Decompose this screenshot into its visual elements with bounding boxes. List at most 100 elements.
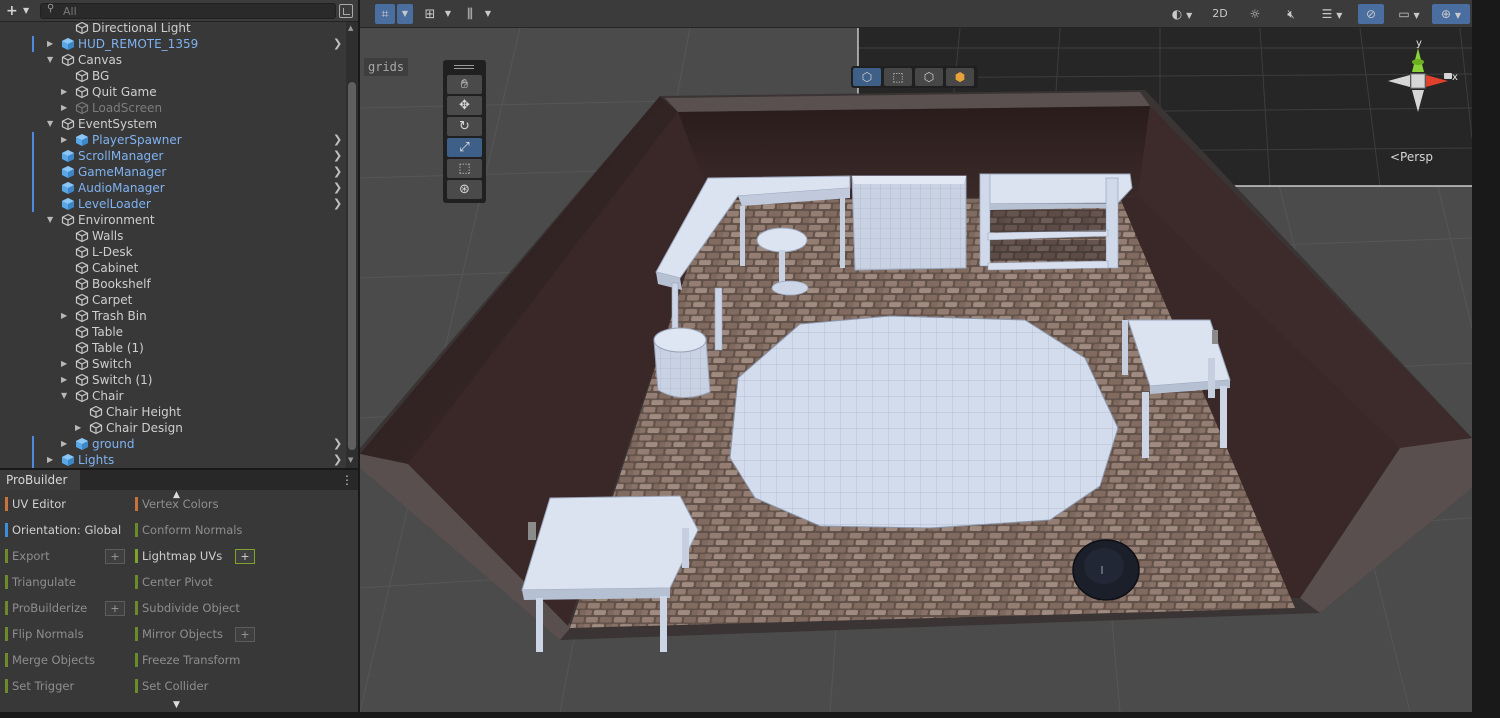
transform-tool-button[interactable]: ⊛ xyxy=(447,180,482,199)
edge-mode-button[interactable]: ⬡ xyxy=(915,68,943,86)
grid-snap-dropdown[interactable]: ▼ xyxy=(397,4,413,24)
fold-closed-arrow-icon[interactable]: ▶ xyxy=(61,438,71,450)
scale-tool-button[interactable]: ⤢ xyxy=(447,138,482,157)
ruler-dropdown[interactable]: ▼ xyxy=(481,4,495,24)
rotate-tool-button[interactable]: ↻ xyxy=(447,117,482,136)
open-prefab-arrow-icon[interactable]: ❯ xyxy=(333,198,342,210)
ruler-button[interactable]: ⫼ xyxy=(460,4,480,24)
scene-canvas[interactable]: grids ✋︎ ✥ ↻ ⤢ ⬚ ⊛ ⬡ ⬚ ⬡ ⬢ y x <Persp xyxy=(360,28,1472,712)
hierarchy-item[interactable]: ▶ Chair Design xyxy=(0,420,346,436)
fold-closed-arrow-icon[interactable]: ▶ xyxy=(61,86,71,98)
object-mode-button[interactable]: ⬡ xyxy=(853,68,881,86)
fold-open-arrow-icon[interactable]: ▼ xyxy=(47,54,57,66)
open-prefab-arrow-icon[interactable]: ❯ xyxy=(333,38,342,50)
scene-view[interactable]: ⌗ ▼ ⊞ ▼ ⫼ ▼ ◐ ▼ 2D ☼ 🔇︎ ☰ ▼ ⊘ ▭ ▼ ⊕ ▼ gr… xyxy=(360,0,1472,712)
scene-visibility-toggle[interactable]: ⊘ xyxy=(1358,4,1384,24)
hierarchy-options-icon[interactable] xyxy=(339,4,353,18)
scroll-up-arrow-icon[interactable]: ▲ xyxy=(348,24,353,32)
effects-dropdown[interactable]: ☰ ▼ xyxy=(1312,4,1352,24)
scene-render[interactable] xyxy=(360,28,1472,712)
hierarchy-item[interactable]: ▶ ground ❯ xyxy=(0,436,346,452)
scroll-down-arrow-icon[interactable]: ▼ xyxy=(348,456,353,464)
hierarchy-item[interactable]: Directional Light xyxy=(0,20,346,36)
fold-closed-arrow-icon[interactable]: ▶ xyxy=(61,374,71,386)
hierarchy-search[interactable]: ⚲ xyxy=(40,3,336,19)
hierarchy-item[interactable]: ▼ Environment xyxy=(0,212,346,228)
hierarchy-item[interactable]: Chair Height xyxy=(0,404,346,420)
hierarchy-item[interactable]: BG xyxy=(0,68,346,84)
hierarchy-search-input[interactable] xyxy=(63,4,323,18)
perspective-toggle[interactable]: <Persp xyxy=(1390,150,1433,164)
toggle-2d-button[interactable]: 2D xyxy=(1206,4,1234,24)
options-plus-button[interactable]: + xyxy=(235,627,255,642)
gizmos-dropdown[interactable]: ⊕ ▼ xyxy=(1432,4,1470,24)
hierarchy-item[interactable]: GameManager ❯ xyxy=(0,164,346,180)
hierarchy-item[interactable]: ▶ Switch xyxy=(0,356,346,372)
probuilder-action-button[interactable]: Freeze Transform xyxy=(135,651,257,669)
probuilder-action-button[interactable]: Orientation: Global xyxy=(5,521,127,539)
hierarchy-item[interactable]: LevelLoader ❯ xyxy=(0,196,346,212)
hierarchy-item[interactable]: ▶ PlayerSpawner ❯ xyxy=(0,132,346,148)
fold-closed-arrow-icon[interactable]: ▶ xyxy=(47,38,57,50)
open-prefab-arrow-icon[interactable]: ❯ xyxy=(333,182,342,194)
probuilder-tab[interactable]: ProBuilder xyxy=(0,470,80,490)
hand-tool-button[interactable]: ✋︎ xyxy=(447,75,482,94)
probuilder-action-button[interactable]: Triangulate xyxy=(5,573,127,591)
open-prefab-arrow-icon[interactable]: ❯ xyxy=(333,454,342,466)
fold-closed-arrow-icon[interactable]: ▶ xyxy=(61,310,71,322)
hierarchy-item[interactable]: ▶ HUD_REMOTE_1359 ❯ xyxy=(0,36,346,52)
rect-tool-button[interactable]: ⬚ xyxy=(447,159,482,178)
probuilder-action-button[interactable]: Subdivide Object xyxy=(135,599,257,617)
hierarchy-item[interactable]: ScrollManager ❯ xyxy=(0,148,346,164)
scroll-down-arrow-icon[interactable]: ▼ xyxy=(173,700,180,710)
probuilder-action-button[interactable]: Set Collider xyxy=(135,677,257,695)
panel-menu-icon[interactable]: ⋮ xyxy=(341,471,353,489)
probuilder-action-button[interactable]: Set Trigger xyxy=(5,677,127,695)
hierarchy-scroll-thumb[interactable] xyxy=(348,82,356,450)
grid-snap-toggle[interactable]: ⌗ xyxy=(375,4,395,24)
overlay-drag-handle[interactable] xyxy=(454,65,474,69)
hierarchy-item[interactable]: ▼ EventSystem xyxy=(0,116,346,132)
increment-snap-dropdown[interactable]: ▼ xyxy=(442,4,454,24)
draw-mode-dropdown[interactable]: ◐ ▼ xyxy=(1162,4,1202,24)
hierarchy-item[interactable]: L-Desk xyxy=(0,244,346,260)
hierarchy-item[interactable]: ▶ Quit Game xyxy=(0,84,346,100)
options-plus-button[interactable]: + xyxy=(235,549,255,564)
hierarchy-item[interactable]: ▼ Chair xyxy=(0,388,346,404)
probuilder-action-button[interactable]: Merge Objects xyxy=(5,651,127,669)
fold-closed-arrow-icon[interactable]: ▶ xyxy=(61,134,71,146)
audio-toggle[interactable]: 🔇︎ xyxy=(1280,4,1302,24)
hierarchy-item[interactable]: Table (1) xyxy=(0,340,346,356)
face-mode-button[interactable]: ⬢ xyxy=(946,68,974,86)
options-plus-button[interactable]: + xyxy=(105,601,125,616)
move-tool-button[interactable]: ✥ xyxy=(447,96,482,115)
hierarchy-item[interactable]: ▶ Lights ❯ xyxy=(0,452,346,468)
hierarchy-item[interactable]: Cabinet xyxy=(0,260,346,276)
fold-open-arrow-icon[interactable]: ▼ xyxy=(47,118,57,130)
hierarchy-item[interactable]: AudioManager ❯ xyxy=(0,180,346,196)
hierarchy-item[interactable]: Table xyxy=(0,324,346,340)
open-prefab-arrow-icon[interactable]: ❯ xyxy=(333,150,342,162)
increment-snap-button[interactable]: ⊞ xyxy=(420,4,440,24)
hierarchy-item[interactable]: ▶ Trash Bin xyxy=(0,308,346,324)
probuilder-action-button[interactable]: UV Editor xyxy=(5,495,127,513)
probuilder-action-button[interactable]: Center Pivot xyxy=(135,573,257,591)
lock-icon[interactable] xyxy=(1444,73,1452,79)
probuilder-action-button[interactable]: Vertex Colors xyxy=(135,495,257,513)
hierarchy-item[interactable]: ▼ Canvas xyxy=(0,52,346,68)
open-prefab-arrow-icon[interactable]: ❯ xyxy=(333,438,342,450)
hierarchy-item[interactable]: Walls xyxy=(0,228,346,244)
fold-open-arrow-icon[interactable]: ▼ xyxy=(61,390,71,402)
probuilder-action-button[interactable]: Conform Normals xyxy=(135,521,257,539)
options-plus-button[interactable]: + xyxy=(105,549,125,564)
vertex-mode-button[interactable]: ⬚ xyxy=(884,68,912,86)
hierarchy-item[interactable]: Bookshelf xyxy=(0,276,346,292)
open-prefab-arrow-icon[interactable]: ❯ xyxy=(333,166,342,178)
camera-settings-dropdown[interactable]: ▭ ▼ xyxy=(1390,4,1428,24)
probuilder-action-button[interactable]: Flip Normals xyxy=(5,625,127,643)
fold-closed-arrow-icon[interactable]: ▶ xyxy=(61,102,71,114)
open-prefab-arrow-icon[interactable]: ❯ xyxy=(333,134,342,146)
hierarchy-scrollbar[interactable]: ▲ ▼ xyxy=(346,22,358,468)
lighting-toggle[interactable]: ☼ xyxy=(1244,4,1266,24)
fold-closed-arrow-icon[interactable]: ▶ xyxy=(61,358,71,370)
